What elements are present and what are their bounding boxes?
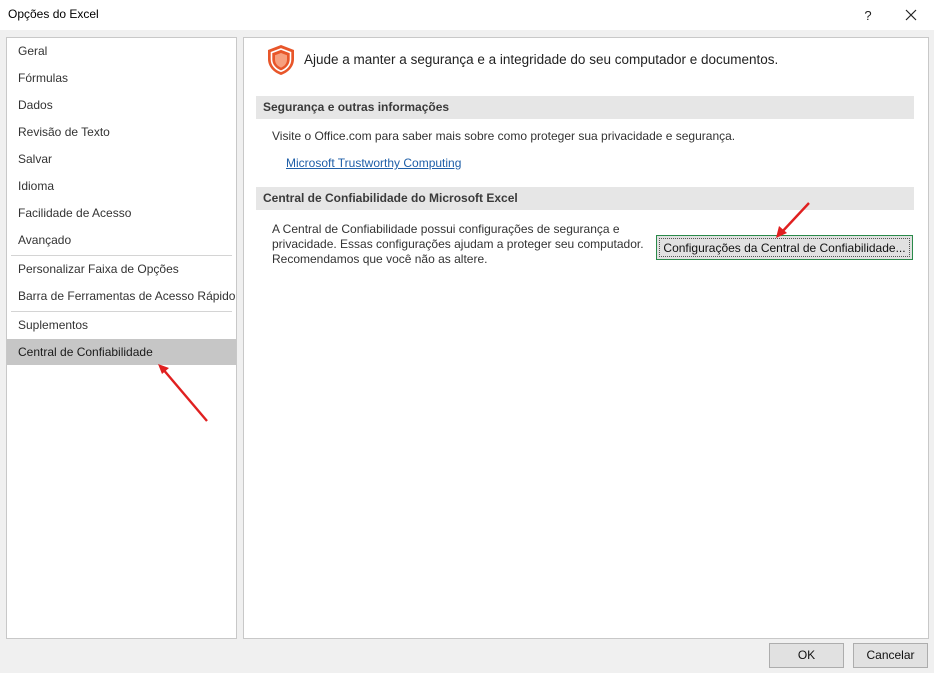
sidebar-item-revisao-de-texto[interactable]: Revisão de Texto: [7, 120, 236, 145]
sidebar-item-central-de-confiabilidade[interactable]: Central de Confiabilidade: [7, 339, 236, 365]
trust-center-description-line: A Central de Confiabilidade possui confi…: [272, 222, 620, 236]
ok-button[interactable]: OK: [769, 643, 844, 668]
sidebar-item-idioma[interactable]: Idioma: [7, 174, 236, 199]
trust-center-description: A Central de Confiabilidade possui confi…: [272, 222, 644, 267]
sidebar-item-dados[interactable]: Dados: [7, 93, 236, 118]
sidebar-nav: Geral Fórmulas Dados Revisão de Texto Sa…: [6, 37, 237, 639]
security-info-text: Visite o Office.com para saber mais sobr…: [272, 129, 736, 143]
shield-icon: [268, 45, 294, 75]
close-icon: [905, 9, 917, 21]
section-header-security: Segurança e outras informações: [256, 96, 914, 119]
excel-options-dialog: Opções do Excel ? Geral Fórmulas Dados R…: [0, 0, 934, 673]
sidebar-item-facilidade-de-acesso[interactable]: Facilidade de Acesso: [7, 201, 236, 226]
close-button[interactable]: [891, 0, 931, 30]
window-title: Opções do Excel: [8, 7, 99, 21]
sidebar-item-geral[interactable]: Geral: [7, 39, 236, 64]
sidebar-item-personalizar-faixa[interactable]: Personalizar Faixa de Opções: [7, 257, 236, 282]
sidebar-separator: [11, 311, 232, 312]
trust-center-settings-button[interactable]: Configurações da Central de Confiabilida…: [656, 235, 913, 260]
help-button[interactable]: ?: [848, 0, 888, 30]
sidebar-item-barra-acesso-rapido[interactable]: Barra de Ferramentas de Acesso Rápido: [7, 284, 236, 309]
trust-center-description-line: privacidade. Essas configurações ajudam …: [272, 237, 644, 251]
sidebar-item-suplementos[interactable]: Suplementos: [7, 313, 236, 338]
title-bar: Opções do Excel ?: [0, 0, 934, 30]
section-header-trust-center: Central de Confiabilidade do Microsoft E…: [256, 187, 914, 210]
content-pane: Ajude a manter a segurança e a integrida…: [243, 37, 929, 639]
sidebar-item-formulas[interactable]: Fórmulas: [7, 66, 236, 91]
sidebar-item-avancado[interactable]: Avançado: [7, 228, 236, 253]
cancel-button[interactable]: Cancelar: [853, 643, 928, 668]
trust-center-header: Ajude a manter a segurança e a integrida…: [304, 52, 779, 67]
trust-center-description-line: Recomendamos que você não as altere.: [272, 252, 488, 266]
sidebar-item-salvar[interactable]: Salvar: [7, 147, 236, 172]
sidebar-separator: [11, 255, 232, 256]
trustworthy-computing-link[interactable]: Microsoft Trustworthy Computing: [286, 156, 461, 170]
